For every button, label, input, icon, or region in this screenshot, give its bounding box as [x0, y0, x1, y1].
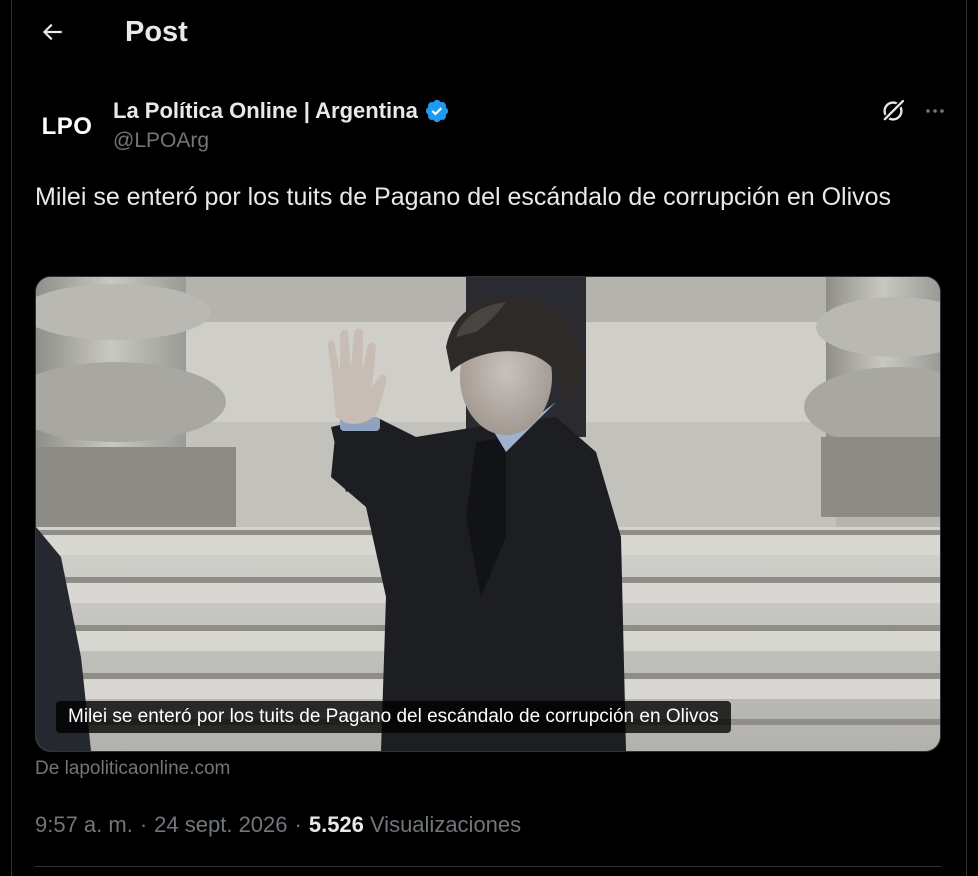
top-bar: Post: [12, 0, 966, 64]
meta-separator: ·: [139, 812, 148, 837]
back-button[interactable]: [34, 14, 70, 50]
divider: [35, 866, 941, 867]
meta-separator: ·: [294, 812, 302, 837]
post-text: Milei se enteró por los tuits de Pagano …: [35, 183, 892, 211]
author-name[interactable]: La Política Online | Argentina: [113, 98, 418, 124]
card-caption: Milei se enteró por los tuits de Pagano …: [56, 701, 731, 733]
more-dots-icon: [926, 109, 944, 113]
post-detail-view: Post LPO La Política Online | Argentina …: [11, 0, 967, 876]
author-row: LPO La Política Online | Argentina @LPOA…: [12, 92, 966, 162]
more-options-button[interactable]: [918, 94, 952, 128]
avatar[interactable]: LPO: [32, 96, 102, 158]
author-name-wrap: La Política Online | Argentina: [113, 96, 450, 126]
link-card[interactable]: Milei se enteró por los tuits de Pagano …: [35, 276, 941, 752]
verified-badge-icon: [425, 99, 448, 123]
post-meta: 9:57 a. m. · 24 sept. 2026 · 5.526 Visua…: [35, 812, 521, 838]
card-source[interactable]: De lapoliticaonline.com: [35, 758, 230, 780]
post-date[interactable]: 24 sept. 2026: [154, 812, 287, 838]
grok-icon: [881, 99, 905, 123]
avatar-text: LPO: [41, 113, 93, 140]
views-label: Visualizaciones: [369, 812, 522, 837]
post-time[interactable]: 9:57 a. m.: [35, 812, 133, 838]
author-handle[interactable]: @LPOArg: [113, 129, 209, 153]
arrow-left-icon: [42, 23, 62, 41]
views-count: 5.526: [308, 812, 364, 837]
card-image: [36, 277, 940, 751]
grok-button[interactable]: [876, 94, 910, 128]
page-title: Post: [125, 16, 188, 48]
